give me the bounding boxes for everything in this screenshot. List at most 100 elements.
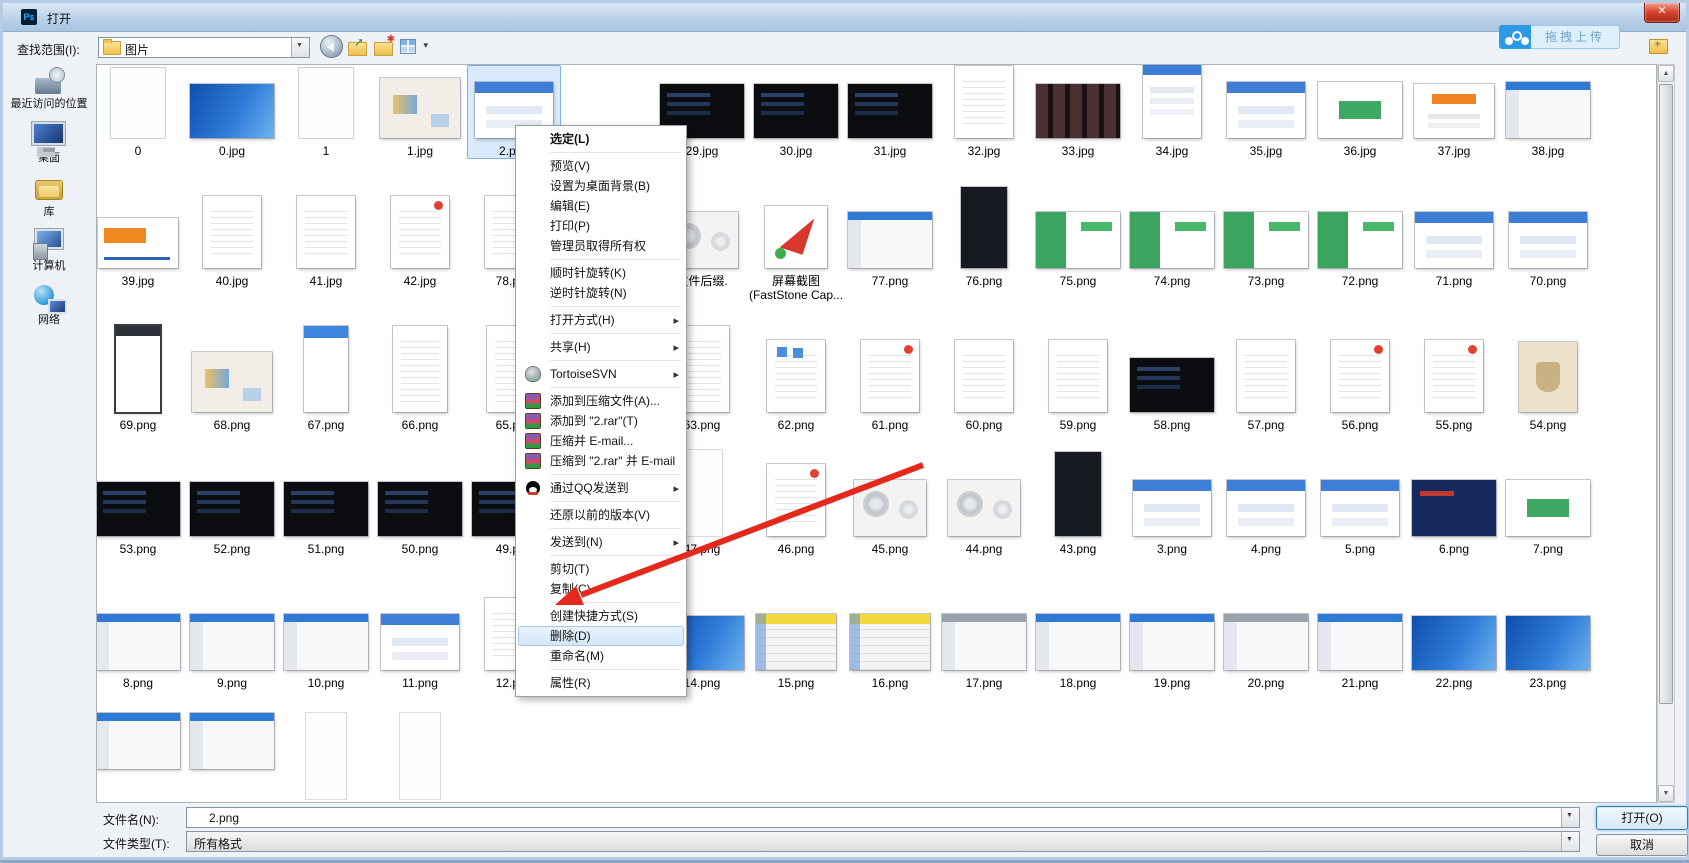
context-menu-item[interactable]: 添加到 "2.rar"(T): [518, 411, 684, 431]
file-item[interactable]: 0: [96, 65, 185, 159]
context-menu-item[interactable]: 通过QQ发送到: [518, 478, 684, 498]
file-item[interactable]: 37.jpg: [1407, 65, 1501, 159]
file-item[interactable]: 36.jpg: [1313, 65, 1407, 159]
context-menu-item[interactable]: 选定(L): [518, 129, 684, 149]
file-item[interactable]: 4.png: [1219, 435, 1313, 557]
file-item[interactable]: 73.png: [1219, 187, 1313, 289]
context-menu-item[interactable]: 预览(V): [518, 156, 684, 176]
sidebar-item-computer[interactable]: 计算机: [3, 229, 95, 275]
context-menu-item[interactable]: TortoiseSVN: [518, 364, 684, 384]
close-button[interactable]: ✕: [1644, 3, 1680, 23]
context-menu-item[interactable]: 重命名(M): [518, 646, 684, 666]
file-item[interactable]: 59.png: [1031, 309, 1125, 433]
scroll-up-icon[interactable]: ▲: [1658, 65, 1674, 82]
context-menu-item[interactable]: 剪切(T): [518, 559, 684, 579]
up-one-level-button[interactable]: [347, 36, 368, 57]
file-item[interactable]: 75.png: [1031, 187, 1125, 289]
file-item[interactable]: 42.jpg: [373, 187, 467, 289]
views-menu-button[interactable]: [399, 36, 420, 57]
file-item[interactable]: 1.jpg: [373, 65, 467, 159]
file-item[interactable]: 72.png: [1313, 187, 1407, 289]
file-item[interactable]: 17.png: [937, 561, 1031, 691]
file-item[interactable]: 34.jpg: [1125, 65, 1219, 159]
file-type-combobox[interactable]: 所有格式: [186, 831, 1580, 852]
file-item[interactable]: 9.png: [185, 561, 279, 691]
context-menu-item[interactable]: 逆时针旋转(N): [518, 283, 684, 303]
context-menu-item[interactable]: 顺时针旋转(K): [518, 263, 684, 283]
back-button[interactable]: [321, 36, 342, 57]
look-in-combobox[interactable]: 图片: [98, 37, 310, 58]
file-item[interactable]: 50.png: [373, 435, 467, 557]
file-item[interactable]: 60.png: [937, 309, 1031, 433]
file-item[interactable]: 32.jpg: [937, 65, 1031, 159]
file-item[interactable]: 76.png: [937, 187, 1031, 289]
drag-upload-button[interactable]: 拖拽上传: [1499, 25, 1620, 49]
file-item[interactable]: 69.png: [96, 309, 185, 433]
context-menu-item[interactable]: 压缩并 E-mail...: [518, 431, 684, 451]
context-menu-item[interactable]: 还原以前的版本(V): [518, 505, 684, 525]
context-menu-item[interactable]: 管理员取得所有权: [518, 236, 684, 256]
file-item[interactable]: 54.png: [1501, 309, 1595, 433]
file-item[interactable]: 31.jpg: [843, 65, 937, 159]
context-menu-item[interactable]: 打印(P): [518, 216, 684, 236]
sidebar-item-network[interactable]: 网络: [3, 283, 95, 329]
file-item[interactable]: 1: [279, 65, 373, 159]
file-item[interactable]: 7.png: [1501, 435, 1595, 557]
context-menu-item[interactable]: 编辑(E): [518, 196, 684, 216]
context-menu-item[interactable]: 创建快捷方式(S): [518, 606, 684, 626]
vertical-scrollbar[interactable]: ▲ ▼: [1657, 64, 1675, 803]
file-item[interactable]: 30.jpg: [749, 65, 843, 159]
context-menu-item[interactable]: 压缩到 "2.rar" 并 E-mail: [518, 451, 684, 471]
file-item[interactable]: 53.png: [96, 435, 185, 557]
file-item[interactable]: 57.png: [1219, 309, 1313, 433]
file-item[interactable]: 41.jpg: [279, 187, 373, 289]
file-item[interactable]: 3.png: [1125, 435, 1219, 557]
file-item[interactable]: 屏幕截图(FastStone Cap...: [749, 187, 843, 289]
sidebar-item-recent-places[interactable]: 最近访问的位置: [3, 67, 95, 113]
open-button[interactable]: 打开(O): [1596, 806, 1688, 830]
file-item[interactable]: [185, 708, 279, 803]
file-item[interactable]: 68.png: [185, 309, 279, 433]
file-item[interactable]: 55.png: [1407, 309, 1501, 433]
file-item[interactable]: [373, 708, 467, 803]
cancel-button[interactable]: 取消: [1596, 834, 1688, 856]
context-menu-item[interactable]: 属性(R): [518, 673, 684, 693]
file-item[interactable]: 20.png: [1219, 561, 1313, 691]
file-item[interactable]: 15.png: [749, 561, 843, 691]
file-item[interactable]: 6.png: [1407, 435, 1501, 557]
file-item[interactable]: 52.png: [185, 435, 279, 557]
file-item[interactable]: 77.png: [843, 187, 937, 289]
file-item[interactable]: 62.png: [749, 309, 843, 433]
file-item[interactable]: 40.jpg: [185, 187, 279, 289]
file-item[interactable]: 74.png: [1125, 187, 1219, 289]
sidebar-item-desktop[interactable]: 桌面: [3, 121, 95, 167]
file-item[interactable]: 44.png: [937, 435, 1031, 557]
file-item[interactable]: 39.jpg: [96, 187, 185, 289]
file-item[interactable]: 16.png: [843, 561, 937, 691]
file-item[interactable]: 71.png: [1407, 187, 1501, 289]
file-name-dropdown-icon[interactable]: [1561, 808, 1579, 827]
context-menu-item[interactable]: 发送到(N): [518, 532, 684, 552]
file-item[interactable]: 70.png: [1501, 187, 1595, 289]
new-folder-button[interactable]: [373, 36, 394, 57]
file-item[interactable]: 51.png: [279, 435, 373, 557]
file-item[interactable]: [279, 708, 373, 803]
file-item[interactable]: 45.png: [843, 435, 937, 557]
file-item[interactable]: 67.png: [279, 309, 373, 433]
file-item[interactable]: 58.png: [1125, 309, 1219, 433]
dropdown-arrow-icon[interactable]: [291, 38, 309, 57]
file-item[interactable]: 11.png: [373, 561, 467, 691]
file-item[interactable]: 35.jpg: [1219, 65, 1313, 159]
context-menu-item[interactable]: 打开方式(H): [518, 310, 684, 330]
file-item[interactable]: 8.png: [96, 561, 185, 691]
context-menu-item[interactable]: 删除(D): [518, 626, 684, 646]
context-menu-item[interactable]: 设置为桌面背景(B): [518, 176, 684, 196]
file-list[interactable]: 00.jpg11.jpg2.png29.jpg30.jpg31.jpg32.jp…: [96, 64, 1657, 803]
file-item[interactable]: 43.png: [1031, 435, 1125, 557]
file-item[interactable]: 23.png: [1501, 561, 1595, 691]
file-item[interactable]: 19.png: [1125, 561, 1219, 691]
context-menu-item[interactable]: 共享(H): [518, 337, 684, 357]
file-item[interactable]: 38.jpg: [1501, 65, 1595, 159]
context-menu-item[interactable]: 复制(C): [518, 579, 684, 599]
file-item[interactable]: 66.png: [373, 309, 467, 433]
